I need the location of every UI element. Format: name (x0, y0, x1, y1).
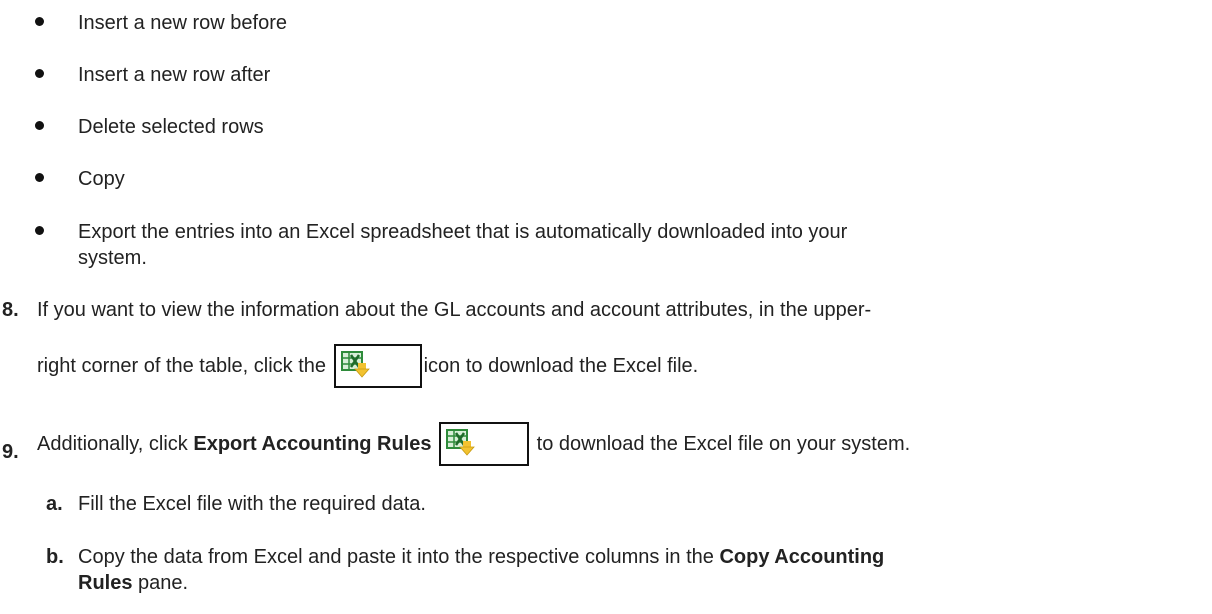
bullet-text: Export the entries into an Excel spreads… (78, 221, 848, 243)
bullet-item: Delete selected rows (0, 112, 1212, 142)
step-text: If you want to view the information abou… (37, 299, 872, 321)
step-text-line: right corner of the table, click the ico… (37, 344, 698, 388)
step-text-part: right corner of the table, click the (37, 355, 327, 377)
bullet-dot (35, 121, 44, 130)
bullet-text: Copy (78, 168, 125, 190)
step-text-part: icon to download the Excel file. (423, 355, 699, 377)
bullet-dot (35, 17, 44, 26)
step-number: 8. (2, 299, 19, 321)
bullet-text: Insert a new row after (78, 64, 271, 86)
bullet-text: Insert a new row before (78, 12, 287, 34)
substep-text: Copy the data from Excel and paste it in… (78, 542, 884, 572)
excel-download-icon (439, 422, 530, 466)
ui-label-bold: Rules (78, 572, 133, 594)
bullet-dot (35, 226, 44, 235)
bullet-item: Export the entries into an Excel spreads… (0, 217, 1212, 247)
step-text-part: to download the Excel file on your syste… (536, 433, 911, 455)
excel-download-icon (333, 344, 422, 388)
ui-label-bold: Export Accounting Rules (193, 433, 432, 455)
bullet-dot (35, 173, 44, 182)
substep-text-line: Rules pane. (78, 568, 188, 598)
step-text-part: Additionally, click (37, 433, 194, 455)
substep-letter: b. (46, 546, 64, 568)
substep-text: Fill the Excel file with the required da… (78, 493, 426, 515)
substep-text-part: Copy the data from Excel and paste it in… (78, 546, 720, 568)
bullet-item: Insert a new row after (0, 60, 1212, 90)
bullet-item: Insert a new row before (0, 8, 1212, 38)
bullet-continuation: system. (78, 247, 147, 269)
ui-label-bold: Copy Accounting (719, 546, 885, 568)
step-number: 9. (2, 441, 19, 463)
substep-letter: a. (46, 493, 63, 515)
bullet-dot (35, 69, 44, 78)
step-text-line: Additionally, click Export Accounting Ru… (37, 422, 910, 466)
substep-text-part: pane. (132, 572, 189, 594)
bullet-item: Copy (0, 164, 1212, 194)
bullet-text: Delete selected rows (78, 116, 264, 138)
